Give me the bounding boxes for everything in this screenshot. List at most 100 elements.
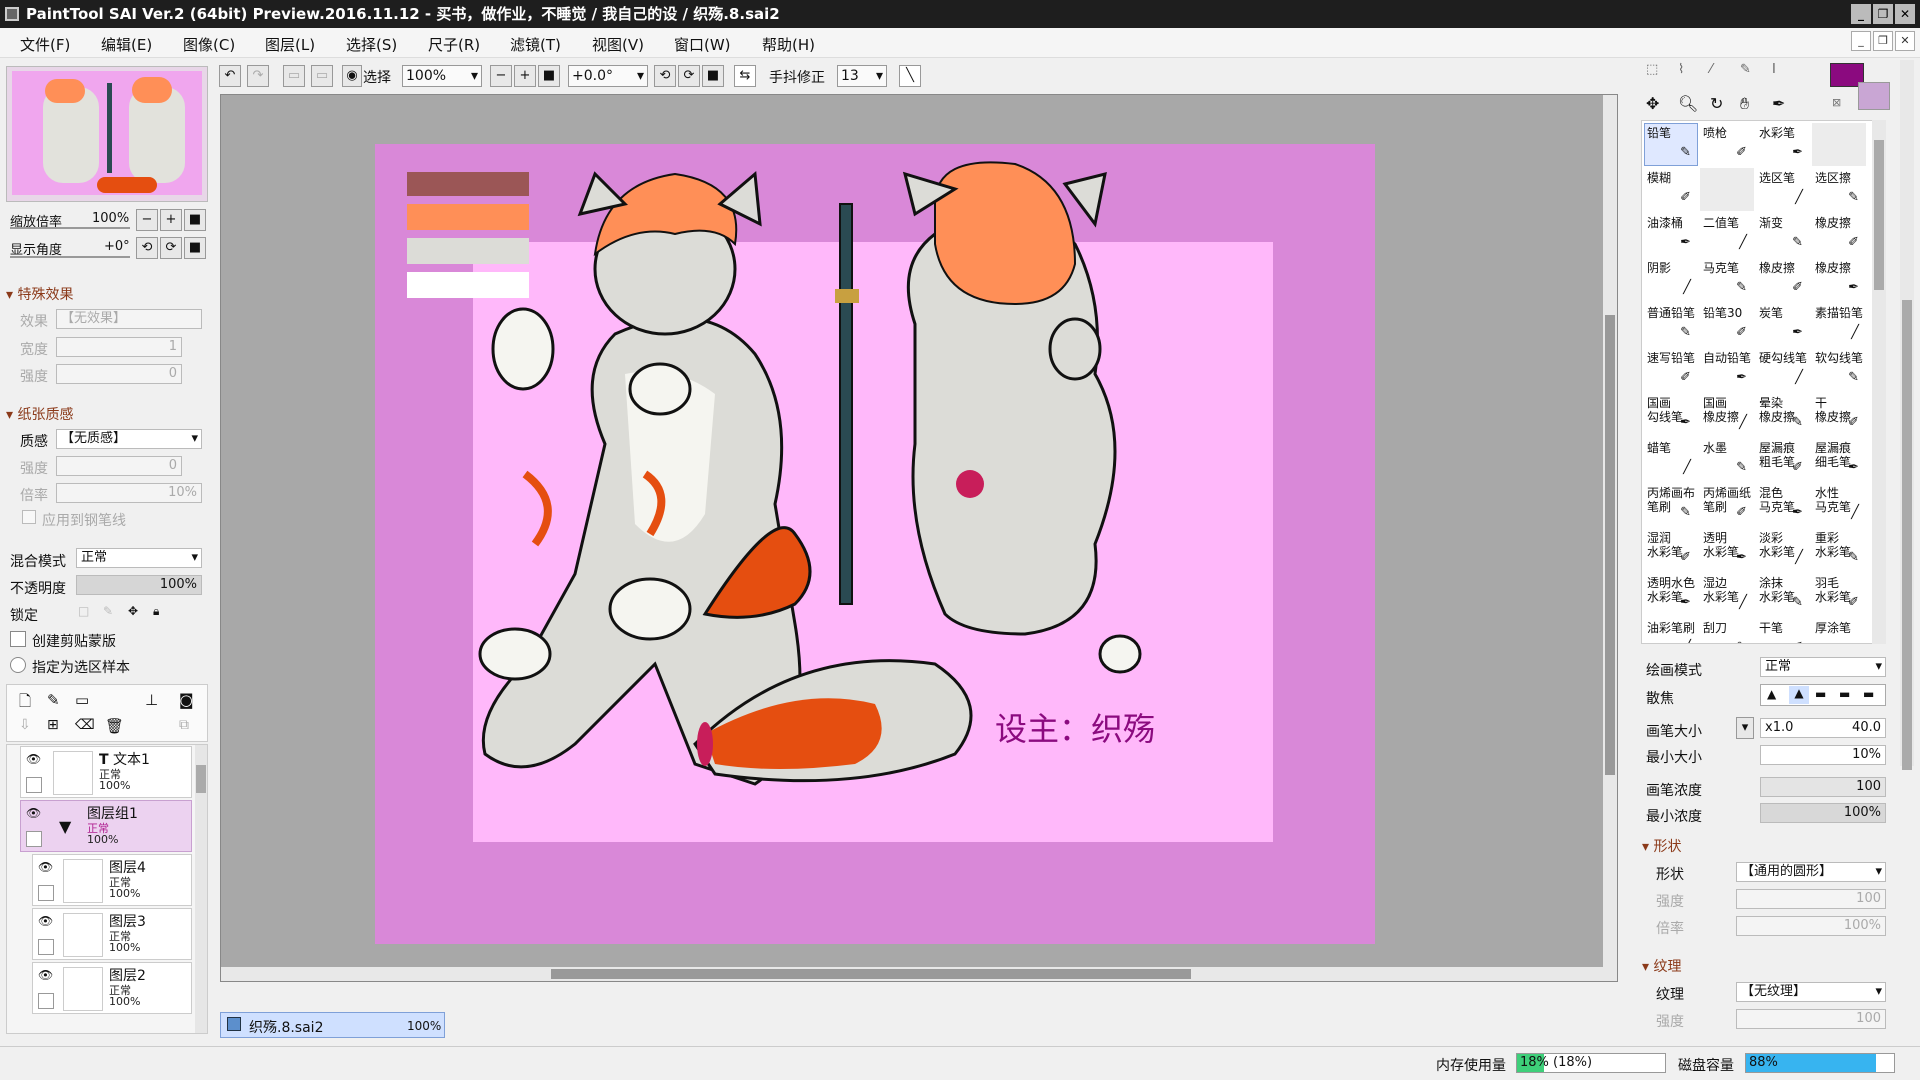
select-pen-tool-icon[interactable]: ✎ bbox=[1740, 62, 1751, 77]
zoom-slider[interactable] bbox=[10, 227, 130, 229]
group-expand-icon[interactable]: ▼ bbox=[59, 817, 71, 836]
layer-select-checkbox[interactable] bbox=[38, 993, 54, 1009]
brush-tool[interactable]: 水彩笔 ✒ bbox=[1756, 123, 1810, 166]
brush-tool[interactable]: 喷枪 ✐ bbox=[1700, 123, 1754, 166]
brush-tool[interactable]: 湿边 水彩笔 ╱ bbox=[1700, 573, 1754, 616]
angle-select[interactable]: +0.0° ▾ bbox=[568, 65, 648, 87]
nav-rotate-right-icon[interactable]: ⟳ bbox=[160, 237, 182, 259]
menu-file[interactable]: 文件(F) bbox=[20, 34, 70, 55]
rotate-right-icon[interactable]: ⟳ bbox=[678, 65, 700, 87]
brush-tool[interactable]: 屋漏痕 细毛笔 ✒ bbox=[1812, 438, 1866, 481]
layer-item[interactable]: 👁︎ T 文本1 正常 100% bbox=[20, 746, 192, 798]
layer-select-checkbox[interactable] bbox=[26, 777, 42, 793]
effect-width-field[interactable]: 1 bbox=[56, 337, 182, 357]
brush-tool[interactable] bbox=[1812, 123, 1866, 166]
selection-sample-radio[interactable] bbox=[10, 657, 26, 673]
brush-tool[interactable]: 混色 马克笔 ✒ bbox=[1756, 483, 1810, 526]
lock-transparency-icon[interactable]: □ bbox=[78, 604, 89, 618]
nav-zoom-in-icon[interactable]: + bbox=[160, 209, 182, 231]
eye-icon[interactable]: 👁︎ bbox=[38, 968, 53, 982]
effects-section-title[interactable]: ▾ 特殊效果 bbox=[6, 284, 73, 304]
lasso-tool-icon[interactable]: ⌇ bbox=[1678, 62, 1684, 77]
brush-tool[interactable]: 湿润 水彩笔 ✐ bbox=[1644, 528, 1698, 571]
add-mask-icon[interactable]: ⊞ bbox=[47, 717, 59, 733]
new-group-icon[interactable]: ▭ bbox=[75, 691, 89, 709]
brush-tool[interactable] bbox=[1700, 168, 1754, 211]
menu-ruler[interactable]: 尺子(R) bbox=[428, 34, 480, 55]
zoom-out-icon[interactable]: − bbox=[490, 65, 512, 87]
layer-select-checkbox[interactable] bbox=[38, 885, 54, 901]
brush-tool[interactable]: 选区笔 ╱ bbox=[1756, 168, 1810, 211]
brush-tool[interactable]: 羽毛 水彩笔 ✐ bbox=[1812, 573, 1866, 616]
magic-wand-tool-icon[interactable]: ⁄ bbox=[1710, 62, 1712, 77]
layer-group-item[interactable]: 👁︎ ▼ 图层组1 正常 100% bbox=[20, 800, 192, 852]
doc-minimize-button[interactable]: _ bbox=[1851, 31, 1871, 51]
invert-selection-icon[interactable]: ▭ bbox=[311, 65, 333, 87]
flip-horizontal-icon[interactable]: ⇆ bbox=[734, 65, 756, 87]
zoom-reset-icon[interactable]: ■ bbox=[538, 65, 560, 87]
document-tab[interactable]: 织殇.8.sai2 100% bbox=[220, 1012, 445, 1038]
lock-all-icon[interactable]: 🔒︎ bbox=[153, 604, 159, 619]
doc-restore-button[interactable]: ❐ bbox=[1873, 31, 1893, 51]
shape-strength-field[interactable]: 100 bbox=[1736, 889, 1886, 909]
move-down-icon[interactable]: ⇩ bbox=[19, 717, 31, 733]
brush-tool[interactable]: 油彩笔刷 ╱ bbox=[1644, 618, 1698, 643]
brush-tool[interactable]: 水性 马克笔 ╱ bbox=[1812, 483, 1866, 526]
brush-tool[interactable]: 马克笔 ✎ bbox=[1700, 258, 1754, 301]
clear-layer-icon[interactable]: ⌫ bbox=[75, 717, 95, 733]
brush-tool[interactable]: 刮刀 ✎ bbox=[1700, 618, 1754, 643]
brush-tool[interactable]: 丙烯画布 笔刷 ✎ bbox=[1644, 483, 1698, 526]
stabilizer-select[interactable]: 13 ▾ bbox=[837, 65, 887, 87]
swap-colors-icon[interactable]: ⊠ bbox=[1832, 96, 1841, 109]
mask-layer-icon[interactable]: ◙ bbox=[179, 691, 194, 709]
brush-tool[interactable]: 素描铅笔 ╱ bbox=[1812, 303, 1866, 346]
eyedropper-tool-icon[interactable]: ✒ bbox=[1772, 94, 1785, 113]
paint-mode-select[interactable]: 正常 ▾ bbox=[1760, 657, 1886, 677]
angle-slider[interactable] bbox=[10, 256, 130, 258]
layer-scrollbar[interactable] bbox=[195, 745, 207, 1033]
texture-select[interactable]: 【无纹理】 ▾ bbox=[1736, 982, 1886, 1002]
tool-grid-scrollbar[interactable] bbox=[1872, 120, 1886, 644]
menu-edit[interactable]: 编辑(E) bbox=[101, 34, 152, 55]
eye-icon[interactable]: ◉ bbox=[342, 65, 362, 87]
right-panel-scrollbar[interactable] bbox=[1900, 60, 1914, 770]
brush-tool[interactable]: 二值笔 ╱ bbox=[1700, 213, 1754, 256]
min-size-field[interactable]: 10% bbox=[1760, 745, 1886, 765]
text-tool-icon[interactable]: I bbox=[1772, 62, 1776, 77]
brush-tool[interactable]: 蜡笔 ╱ bbox=[1644, 438, 1698, 481]
brush-tool[interactable]: 铅笔30 ✐ bbox=[1700, 303, 1754, 346]
lock-move-icon[interactable]: ✥ bbox=[128, 604, 138, 618]
brush-tool[interactable]: 国画 勾线笔 ✒ bbox=[1644, 393, 1698, 436]
min-density-field[interactable]: 100% bbox=[1760, 803, 1886, 823]
brush-tool[interactable]: 重彩 水彩笔 ✎ bbox=[1812, 528, 1866, 571]
brush-tool[interactable]: 模糊 ✐ bbox=[1644, 168, 1698, 211]
menu-view[interactable]: 视图(V) bbox=[592, 34, 644, 55]
menu-filter[interactable]: 滤镜(T) bbox=[510, 34, 561, 55]
brush-tool[interactable]: 屋漏痕 粗毛笔 ✐ bbox=[1756, 438, 1810, 481]
layer-select-checkbox[interactable] bbox=[38, 939, 54, 955]
layer-item[interactable]: 👁︎ 图层3 正常 100% bbox=[32, 908, 192, 960]
zoom-select[interactable]: 100% ▾ bbox=[402, 65, 482, 87]
rotate-tool-icon[interactable]: ↻ bbox=[1710, 94, 1723, 113]
brush-tool[interactable]: 软勾线笔 ✎ bbox=[1812, 348, 1866, 391]
brush-tool[interactable]: 丙烯画纸 笔刷 ✐ bbox=[1700, 483, 1754, 526]
secondary-color-swatch[interactable] bbox=[1858, 82, 1890, 110]
effect-strength-field[interactable]: 0 bbox=[56, 364, 182, 384]
brush-tool[interactable]: 硬勾线笔 ╱ bbox=[1756, 348, 1810, 391]
opacity-slider[interactable]: 100% bbox=[76, 575, 202, 595]
eye-icon[interactable]: 👁︎ bbox=[38, 860, 53, 874]
menu-layer[interactable]: 图层(L) bbox=[265, 34, 315, 55]
brush-tool[interactable]: 透明 水彩笔 ✒ bbox=[1700, 528, 1754, 571]
brush-tool[interactable]: 干笔 ✐ bbox=[1756, 618, 1810, 643]
brush-size-field[interactable]: x1.0 40.0 bbox=[1760, 718, 1886, 738]
nav-zoom-out-icon[interactable]: − bbox=[136, 209, 158, 231]
zoom-in-icon[interactable]: + bbox=[514, 65, 536, 87]
minimize-button[interactable]: _ bbox=[1851, 4, 1871, 24]
brush-tool[interactable]: 涂抹 水彩笔 ✎ bbox=[1756, 573, 1810, 616]
brush-tool[interactable]: 渐变 ✎ bbox=[1756, 213, 1810, 256]
paper-rate-field[interactable]: 10% bbox=[56, 483, 202, 503]
paper-texture-select[interactable]: 【无质感】 ▾ bbox=[56, 429, 202, 449]
eye-icon[interactable]: 👁︎ bbox=[26, 806, 41, 820]
menu-help[interactable]: 帮助(H) bbox=[762, 34, 815, 55]
rotate-reset-icon[interactable]: ■ bbox=[702, 65, 724, 87]
